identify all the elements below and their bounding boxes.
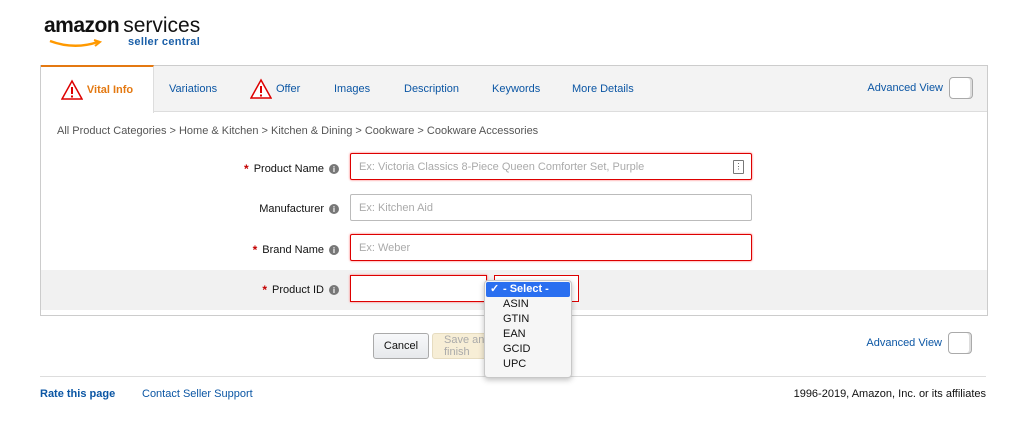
tab-bar: Vital Info Variations Offer Images Descr… bbox=[41, 65, 987, 113]
manufacturer-label: Manufacturer i bbox=[259, 203, 339, 215]
brand-name-input[interactable] bbox=[350, 234, 752, 261]
tab-keywords[interactable]: Keywords bbox=[492, 66, 540, 111]
logo-subtitle: seller central bbox=[128, 36, 201, 48]
dropdown-option-asin[interactable]: ASIN bbox=[485, 297, 571, 312]
copyright-text: 1996-2019, Amazon, Inc. or its affiliate… bbox=[793, 388, 986, 400]
product-id-label: * Product ID i bbox=[262, 283, 339, 297]
required-marker: * bbox=[252, 243, 258, 257]
amazon-services-logo[interactable]: amazon services seller central bbox=[44, 14, 201, 48]
contact-seller-support-link[interactable]: Contact Seller Support bbox=[142, 388, 253, 400]
brand-name-label: * Brand Name i bbox=[253, 243, 339, 257]
advanced-view-label: Advanced View bbox=[867, 82, 943, 94]
label-text: Manufacturer bbox=[259, 203, 324, 215]
toggle-switch[interactable] bbox=[949, 77, 973, 99]
tab-label: More Details bbox=[572, 82, 634, 95]
option-label: - Select - bbox=[503, 283, 549, 295]
tab-more-details[interactable]: More Details bbox=[572, 66, 634, 111]
tab-images[interactable]: Images bbox=[334, 66, 370, 111]
tab-label: Vital Info bbox=[86, 84, 134, 96]
save-and-finish-button[interactable]: Save and finish bbox=[432, 333, 492, 359]
product-form-panel: Vital Info Variations Offer Images Descr… bbox=[40, 65, 988, 316]
tab-label: Description bbox=[404, 82, 460, 95]
info-icon[interactable]: i bbox=[329, 245, 339, 255]
tab-offer[interactable]: Offer bbox=[250, 66, 300, 111]
tab-description[interactable]: Description bbox=[404, 66, 459, 111]
dropdown-option-select[interactable]: ✓ - Select - bbox=[486, 282, 570, 297]
keyboard-icon[interactable]: ⋮ bbox=[733, 160, 744, 174]
product-id-type-dropdown[interactable]: ✓ - Select - ASIN GTIN EAN GCID UPC bbox=[484, 280, 572, 378]
dropdown-option-upc[interactable]: UPC bbox=[485, 357, 571, 372]
tab-vital-info[interactable]: Vital Info bbox=[41, 65, 154, 113]
label-text: Brand Name bbox=[262, 244, 324, 256]
label-text: Product Name bbox=[253, 163, 324, 175]
required-marker: * bbox=[244, 162, 249, 176]
breadcrumb: All Product Categories > Home & Kitchen … bbox=[57, 125, 539, 137]
dropdown-option-gcid[interactable]: GCID bbox=[485, 342, 571, 357]
warning-icon bbox=[250, 77, 272, 99]
advanced-view-toggle[interactable]: Advanced View bbox=[867, 77, 973, 99]
logo-services: services bbox=[123, 14, 201, 37]
info-icon[interactable]: i bbox=[329, 164, 339, 174]
cancel-button[interactable]: Cancel bbox=[373, 333, 429, 359]
smile-icon bbox=[49, 39, 103, 47]
warning-icon bbox=[60, 79, 83, 100]
tab-label: Images bbox=[334, 82, 371, 95]
tab-variations[interactable]: Variations bbox=[169, 66, 217, 111]
checkmark-icon: ✓ bbox=[490, 283, 500, 295]
product-name-input[interactable] bbox=[350, 153, 752, 180]
toggle-switch[interactable] bbox=[948, 332, 972, 354]
info-icon[interactable]: i bbox=[329, 285, 339, 295]
row-manufacturer: Manufacturer i bbox=[41, 191, 987, 231]
tab-label: Offer bbox=[276, 82, 301, 95]
logo-brand: amazon bbox=[44, 14, 120, 37]
advanced-view-label: Advanced View bbox=[866, 337, 942, 349]
manufacturer-input[interactable] bbox=[350, 194, 752, 221]
tab-label: Keywords bbox=[492, 82, 541, 95]
dropdown-option-ean[interactable]: EAN bbox=[485, 327, 571, 342]
row-product-name: * Product Name i ⋮ bbox=[41, 150, 987, 190]
tab-label: Variations bbox=[169, 82, 218, 95]
info-icon[interactable]: i bbox=[329, 204, 339, 214]
row-brand-name: * Brand Name i bbox=[41, 231, 987, 271]
product-id-input[interactable] bbox=[350, 275, 487, 302]
rate-this-page-link[interactable]: Rate this page bbox=[40, 388, 115, 400]
product-name-label: * Product Name i bbox=[244, 162, 339, 176]
label-text: Product ID bbox=[272, 284, 324, 296]
dropdown-option-gtin[interactable]: GTIN bbox=[485, 312, 571, 327]
advanced-view-toggle-bottom[interactable]: Advanced View bbox=[866, 332, 972, 354]
required-marker: * bbox=[262, 283, 268, 297]
